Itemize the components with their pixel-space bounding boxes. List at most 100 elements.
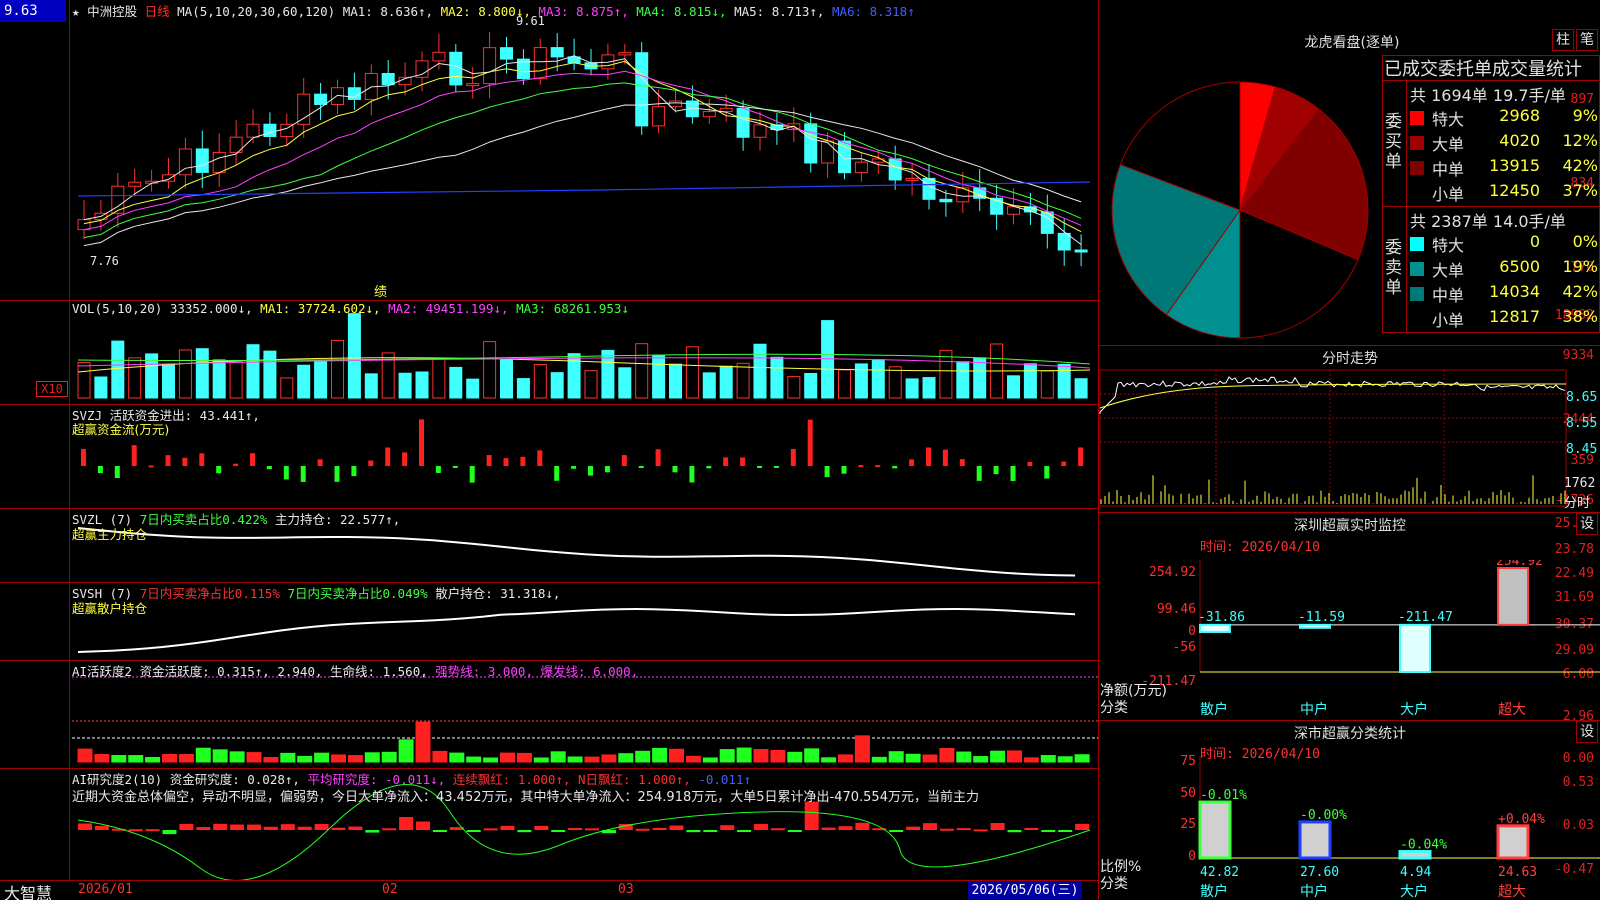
fund-flow-bar <box>807 419 813 466</box>
fund-flow-bar <box>97 466 103 474</box>
activity-bar <box>347 755 363 763</box>
vol-title: VOL(5,10,20) <box>72 301 163 316</box>
sz-stats-settings-button[interactable]: 设 <box>1576 721 1598 743</box>
lhb-pie-chart[interactable] <box>1108 78 1372 342</box>
sz-monitor-bar-chart[interactable]: -31.86 -11.59 -211.47 254.92 散户 中户 大户 超大 <box>1098 560 1600 722</box>
candle-body <box>77 219 91 231</box>
kline-chart-area[interactable] <box>0 0 1098 880</box>
period-label[interactable]: 日线 <box>145 4 170 19</box>
bar-value-label: -31.86 <box>1198 610 1245 625</box>
stock-name[interactable]: 中洲控股 <box>87 4 137 19</box>
candle-body <box>922 177 936 200</box>
bar-change-label: -0.01% <box>1200 788 1247 803</box>
monitor-bar <box>1299 623 1331 629</box>
svzj-subtitle: 超赢资金流(万元) <box>72 422 170 437</box>
ai-active-title: AI活跃度2 资金活跃度: 0.315↑, 2.940, 生命线: 1.560, <box>72 664 428 679</box>
ai-research-avg: 平均研究度: -0.011↓, <box>307 772 446 787</box>
activity-bar <box>263 756 279 763</box>
bar-mode-button[interactable]: 柱 <box>1552 29 1574 51</box>
fund-flow-bar <box>773 466 779 468</box>
activity-bar <box>871 756 887 763</box>
activity-bar <box>702 757 718 763</box>
sz-monitor-settings-button[interactable]: 设 <box>1576 513 1598 535</box>
activity-bar <box>956 751 972 763</box>
fund-flow-bar <box>114 466 120 479</box>
volume-bar <box>888 366 902 399</box>
activity-bar <box>500 752 515 763</box>
intraday-chart[interactable] <box>1098 366 1600 510</box>
bar-change-label: -0.00% <box>1300 808 1347 823</box>
candle-body <box>838 140 851 174</box>
activity-bar <box>1074 754 1090 763</box>
volume-bar <box>111 340 125 399</box>
volume-bar <box>466 378 480 399</box>
research-bar <box>787 830 802 832</box>
volume-bar <box>567 353 581 399</box>
ai-research-consecutive: 连续飘红: 1.000↑, <box>452 772 571 787</box>
activity-bar <box>229 751 245 763</box>
date-axis-label: 2026/01 <box>78 882 133 897</box>
research-bar <box>297 826 312 830</box>
candle-body <box>195 148 209 173</box>
fund-flow-bar <box>402 452 408 466</box>
earnings-marker[interactable]: 绩 <box>374 281 387 300</box>
activity-bar <box>618 753 634 763</box>
activity-bar <box>888 751 904 763</box>
activity-bar <box>635 750 651 763</box>
fund-flow-bar <box>317 459 323 466</box>
row-pct: 37% <box>1562 181 1598 200</box>
activity-bar <box>1040 755 1056 763</box>
research-bar <box>145 829 160 832</box>
divider <box>1382 206 1600 207</box>
candle-body <box>449 51 463 86</box>
volume-bar <box>550 372 564 399</box>
activity-bar <box>753 749 769 763</box>
volume-bar <box>939 349 953 399</box>
stats-bar <box>1198 800 1232 860</box>
ai-research-nday: N日飘红: 1.000↑, <box>578 772 691 787</box>
color-swatch <box>1410 237 1424 251</box>
volume-bar <box>195 348 209 399</box>
intraday-vol-label: 1762 <box>1564 476 1596 491</box>
category-label: 超大 <box>1498 884 1526 900</box>
intraday-y-label: 8.55 <box>1566 416 1598 431</box>
tick-mode-button[interactable]: 笔 <box>1576 29 1598 51</box>
row-value: 6500 <box>1499 257 1540 276</box>
row-name: 特大 <box>1432 236 1465 255</box>
candle-body <box>719 107 733 113</box>
volume-bar <box>973 357 987 399</box>
fund-flow-bar <box>689 466 695 483</box>
row-name: 大单 <box>1432 135 1465 154</box>
row-name: 中单 <box>1432 160 1465 179</box>
high-price-note: 9.61 <box>516 14 545 28</box>
bar-value-label: 27.60 <box>1300 865 1339 880</box>
activity-bar <box>162 753 177 763</box>
vol-ma1: MA1: 37724.602↓, <box>260 301 381 316</box>
intraday-y-label: 8.65 <box>1566 390 1598 405</box>
activity-bar <box>821 757 837 763</box>
candle-body <box>128 181 142 187</box>
current-date-box[interactable]: 2026/05/06(三) <box>968 881 1082 900</box>
volume-bar <box>212 359 226 399</box>
activity-bar <box>415 721 431 763</box>
activity-bar <box>669 748 684 763</box>
bar-change-label: +0.04% <box>1498 812 1545 827</box>
research-bar <box>534 825 549 830</box>
fund-flow-bar <box>1027 461 1033 466</box>
candle-body <box>466 83 480 87</box>
research-bar <box>128 829 143 832</box>
research-bar <box>703 830 718 832</box>
favorite-star-icon[interactable]: ★ <box>72 4 80 19</box>
research-bar <box>230 824 245 830</box>
research-bar <box>551 830 566 832</box>
fund-flow-bar <box>638 466 644 468</box>
activity-bar <box>483 757 499 763</box>
activity-bar <box>398 739 414 763</box>
category-label: 大户 <box>1400 883 1428 900</box>
volume-bar <box>635 343 649 399</box>
candle-body <box>702 111 716 118</box>
main-position-line <box>77 527 1076 577</box>
sz-stats-bar-chart[interactable]: -0.01% 42.82 散户 -0.00% 27.60 中户 -0.04% 4.94 大户 +0… <box>1098 756 1600 900</box>
activity-bar <box>212 749 228 763</box>
volume-bar <box>347 313 361 399</box>
